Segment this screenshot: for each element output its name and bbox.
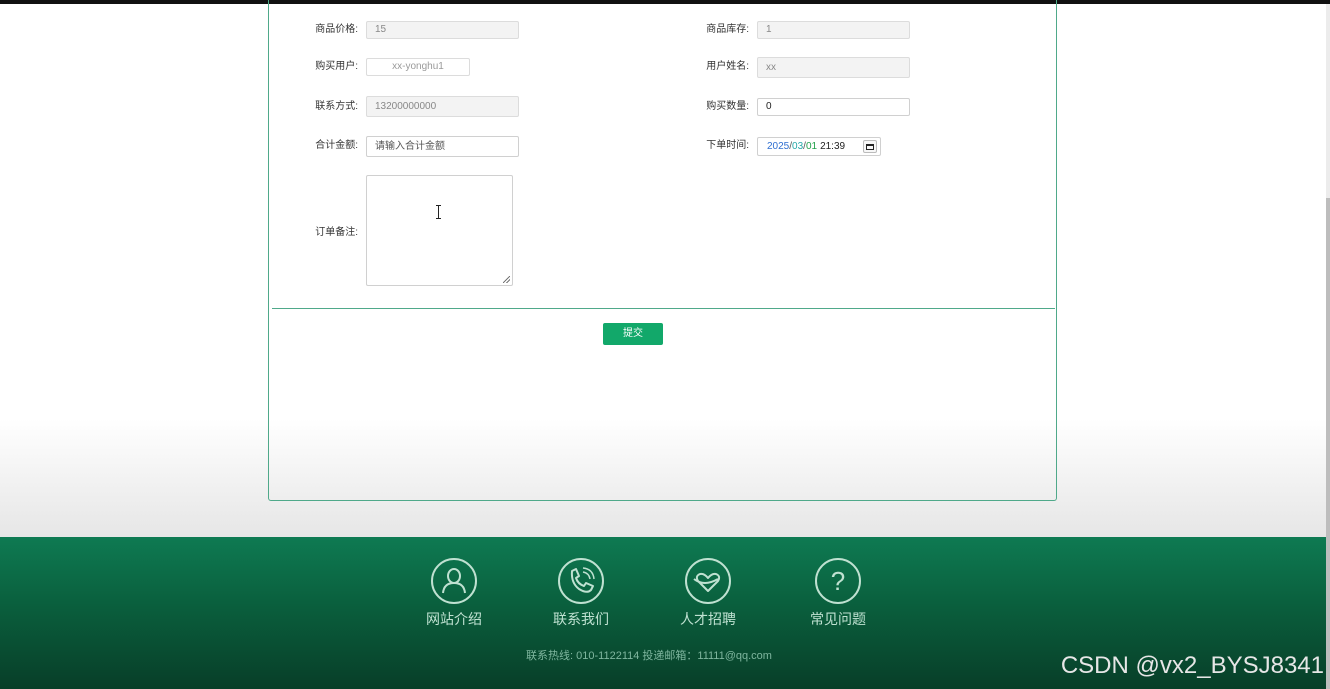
note-label: 订单备注: — [315, 227, 358, 238]
heart-icon — [685, 558, 731, 604]
order-year: 2025 — [767, 141, 790, 152]
footer-label-contact: 联系我们 — [553, 611, 609, 627]
stock-field: 1 — [757, 21, 910, 39]
quantity-input[interactable]: 0 — [757, 98, 910, 116]
scrollbar-thumb[interactable] — [1326, 198, 1330, 689]
user-name-field: xx — [757, 57, 910, 78]
person-icon — [431, 558, 477, 604]
footer-link-jobs[interactable]: 人才招聘 — [663, 557, 753, 627]
question-icon: ? — [815, 558, 861, 604]
order-time-label: 下单时间: — [706, 140, 749, 151]
contact-label: 联系方式: — [315, 101, 358, 112]
footer-label-faq: 常见问题 — [810, 611, 866, 627]
text-cursor-icon — [436, 205, 442, 219]
csdn-watermark: CSDN @vx2_BYSJ8341 — [1060, 652, 1324, 679]
user-name-label: 用户姓名: — [706, 61, 749, 72]
footer-link-about[interactable]: 网站介绍 — [409, 557, 499, 627]
resize-grip-icon[interactable] — [503, 276, 510, 283]
footer-label-jobs: 人才招聘 — [680, 611, 736, 627]
svg-text:?: ? — [831, 566, 845, 596]
order-time-input[interactable]: 2025/03/01 21:39 — [757, 137, 881, 156]
price-field: 15 — [366, 21, 519, 39]
total-label: 合计金额: — [315, 140, 358, 151]
site-footer: 网站介绍 联系我们 人才招聘 ? 常见问题 联系热线: 010-1122114 … — [0, 537, 1330, 689]
buyer-field[interactable]: xx-yonghu1 — [366, 58, 470, 76]
order-clock-time: 21:39 — [820, 141, 846, 152]
footer-link-faq[interactable]: ? 常见问题 — [793, 557, 883, 627]
note-textarea[interactable] — [366, 175, 513, 286]
form-divider — [272, 308, 1055, 309]
contact-field: 13200000000 — [366, 96, 519, 117]
buyer-label: 购买用户: — [315, 61, 358, 72]
phone-icon — [558, 558, 604, 604]
footer-label-about: 网站介绍 — [426, 611, 482, 627]
total-amount-input[interactable]: 请输入合计金额 — [366, 136, 519, 157]
calendar-icon[interactable] — [863, 140, 877, 153]
quantity-label: 购买数量: — [706, 101, 749, 112]
stock-label: 商品库存: — [706, 24, 749, 35]
footer-link-contact[interactable]: 联系我们 — [536, 557, 626, 627]
order-month: 03 — [792, 141, 804, 152]
price-label: 商品价格: — [315, 24, 358, 35]
submit-button[interactable]: 提交 — [603, 323, 663, 345]
order-day: 01 — [805, 141, 818, 152]
